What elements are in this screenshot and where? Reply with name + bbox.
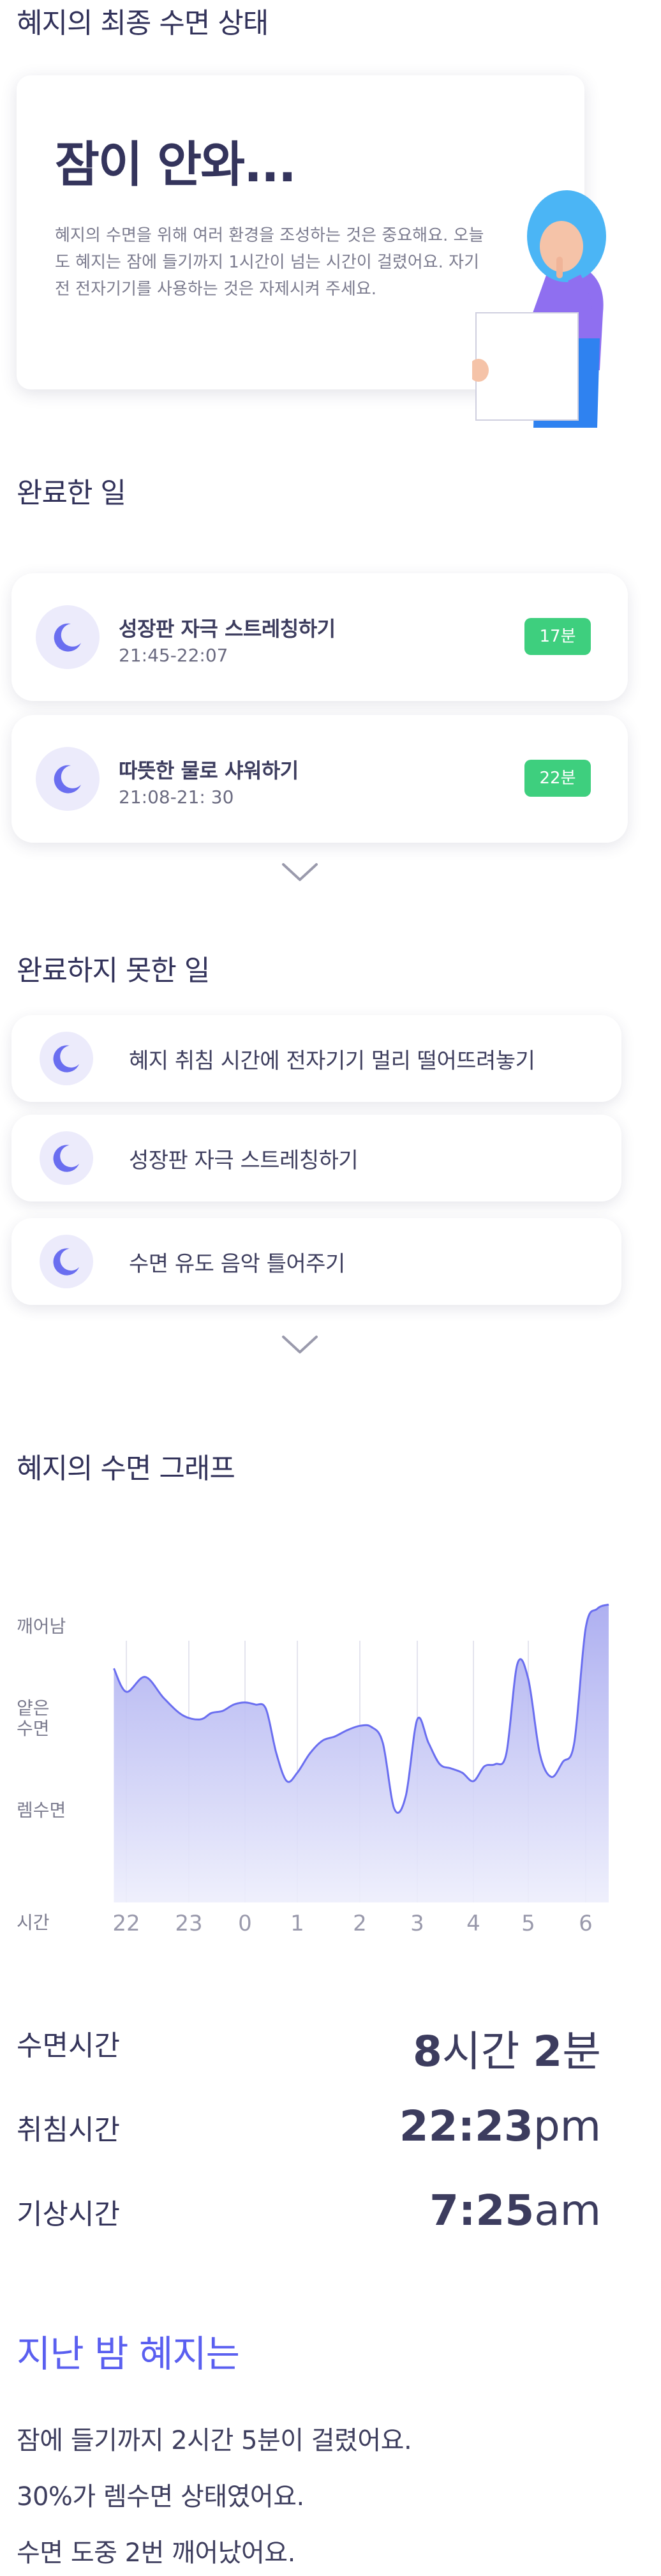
chevron-down-icon[interactable] [281, 1333, 319, 1356]
stat-value-wake-time: 7:25am [429, 2186, 601, 2235]
stat-label-sleep-duration: 수면시간 [17, 2030, 120, 2062]
task-title: 따뜻한 물로 샤워하기 [119, 758, 299, 783]
sleep-status-description: 혜지의 수면을 위해 여러 환경을 조성하는 것은 중요해요. 오늘도 혜지는 … [55, 226, 484, 299]
task-time: 21:08-21: 30 [119, 787, 234, 808]
moon-icon [54, 623, 81, 652]
x-tick-label: 5 [521, 1911, 535, 1936]
task-title: 성장판 자극 스트레칭하기 [119, 617, 336, 641]
pending-task-label: 혜지 취침 시간에 전자기기 멀리 떨어뜨려놓기 [129, 1048, 535, 1074]
summary-title: 지난 밤 혜지는 [17, 2332, 240, 2376]
sleep-status-headline: 잠이 안와... [55, 136, 297, 193]
pending-task-card[interactable]: 성장판 자극 스트레칭하기 [11, 1115, 621, 1201]
stat-value-bedtime: 22:23pm [399, 2102, 601, 2151]
hero-section-title: 혜지의 최종 수면 상태 [17, 7, 269, 40]
chevron-down-icon[interactable] [281, 861, 319, 884]
stat-label-bedtime: 취침시간 [17, 2114, 120, 2146]
completed-task-card[interactable]: 성장판 자극 스트레칭하기 21:45-22:07 17분 [11, 573, 628, 701]
summary-line: 수면 도중 2번 깨어났어요. [17, 2538, 295, 2568]
moon-icon-container [40, 1235, 93, 1288]
summary-line: 잠에 들기까지 2시간 5분이 걸렸어요. [17, 2426, 412, 2455]
pending-task-card[interactable]: 혜지 취침 시간에 전자기기 멀리 떨어뜨려놓기 [11, 1015, 621, 1102]
moon-icon [53, 1145, 80, 1172]
x-tick-label: 4 [466, 1911, 480, 1936]
moon-icon-container [36, 747, 100, 811]
x-tick-label: 22 [112, 1911, 140, 1936]
pending-task-label: 성장판 자극 스트레칭하기 [129, 1148, 359, 1173]
moon-icon-container [40, 1131, 93, 1185]
x-tick-label: 6 [579, 1911, 593, 1936]
moon-icon [54, 765, 81, 794]
task-time: 21:45-22:07 [119, 645, 228, 666]
moon-icon [53, 1248, 80, 1276]
x-tick-label: 3 [410, 1911, 424, 1936]
graph-section-title: 혜지의 수면 그래프 [17, 1452, 235, 1485]
summary-line: 30%가 렘수면 상태였어요. [17, 2482, 304, 2512]
sleep-area-chart: 22 23 0 1 2 3 4 5 6 [112, 1603, 609, 1936]
pending-task-card[interactable]: 수면 유도 음악 틀어주기 [11, 1218, 621, 1305]
x-tick-label: 1 [290, 1911, 304, 1936]
duration-badge: 17분 [524, 618, 591, 655]
moon-icon-container [36, 605, 100, 669]
shushing-girl-illustration [472, 190, 606, 428]
stat-label-wake-time: 기상시간 [17, 2198, 120, 2231]
duration-badge: 22분 [524, 760, 591, 797]
completed-task-card[interactable]: 따뜻한 물로 샤워하기 21:08-21: 30 22분 [11, 715, 628, 843]
stat-value-sleep-duration: 8시간 2분 [412, 2027, 601, 2076]
pending-section-title: 완료하지 못한 일 [17, 954, 210, 987]
moon-icon-container [40, 1032, 93, 1085]
completed-section-title: 완료한 일 [17, 477, 126, 509]
x-tick-label: 0 [238, 1911, 252, 1936]
x-tick-label: 2 [353, 1911, 367, 1936]
sleep-area-fill [114, 1604, 609, 1902]
pending-task-label: 수면 유도 음악 틀어주기 [129, 1251, 345, 1277]
moon-icon [53, 1045, 80, 1073]
sleep-graph: 깨어남 얕은 수면 렘수면 시간 22 23 0 1 2 3 4 5 6 [0, 1545, 661, 1954]
x-tick-label: 23 [175, 1911, 202, 1936]
